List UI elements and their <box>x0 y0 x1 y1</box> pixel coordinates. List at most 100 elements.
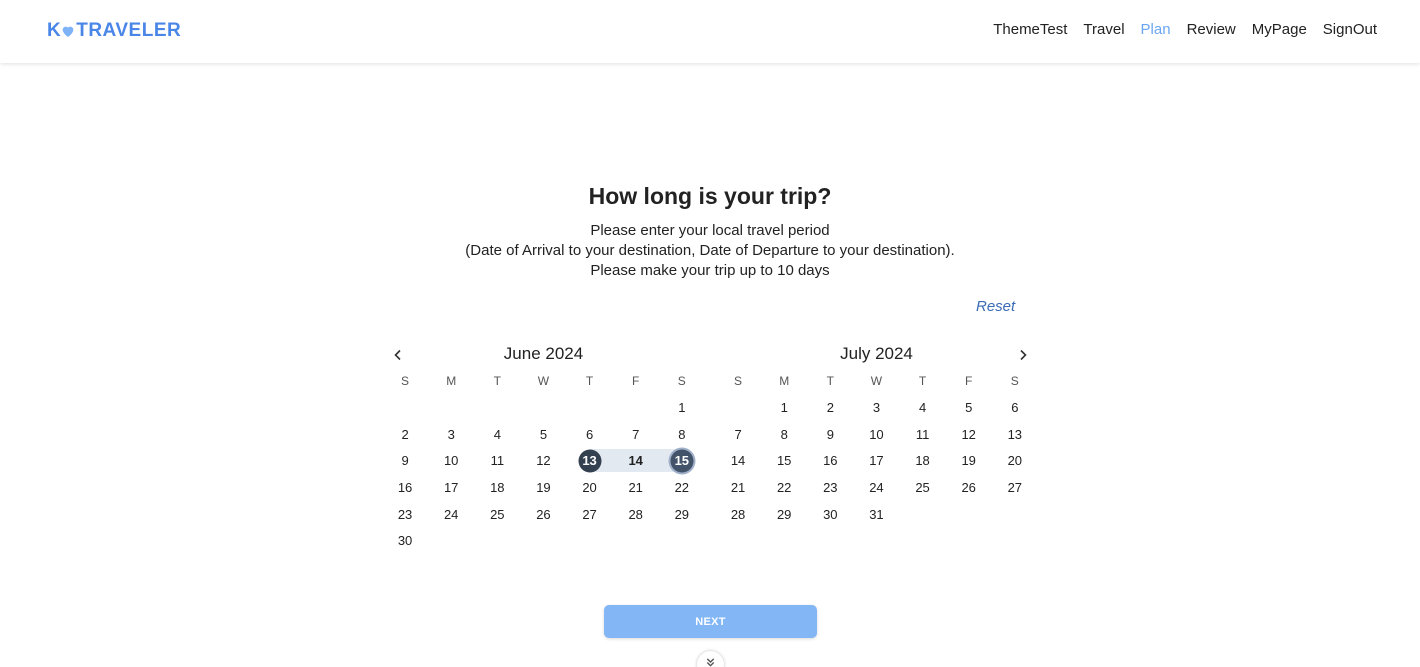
day-july-2[interactable]: 2 <box>807 394 853 421</box>
day-june-24[interactable]: 24 <box>428 501 474 528</box>
day-number: 8 <box>780 426 788 442</box>
day-july-16[interactable]: 16 <box>807 447 853 474</box>
day-june-20[interactable]: 20 <box>567 474 613 501</box>
description-line-2: (Date of Arrival to your destination, Da… <box>465 242 955 259</box>
day-number: 6 <box>585 426 594 442</box>
day-number: 10 <box>869 426 884 442</box>
day-number: 11 <box>915 426 930 442</box>
next-button[interactable]: NEXT <box>604 605 817 638</box>
day-june-5[interactable]: 5 <box>520 421 566 448</box>
nav-link-signout[interactable]: SignOut <box>1323 21 1377 38</box>
day-july-18[interactable]: 18 <box>900 447 946 474</box>
day-june-27[interactable]: 27 <box>567 501 613 528</box>
nav-link-review[interactable]: Review <box>1187 21 1236 38</box>
day-july-4[interactable]: 4 <box>900 394 946 421</box>
nav-link-plan[interactable]: Plan <box>1141 21 1171 38</box>
nav-link-themetest[interactable]: ThemeTest <box>993 21 1067 38</box>
day-number: 29 <box>776 506 792 522</box>
day-july-17[interactable]: 17 <box>853 447 899 474</box>
nav-link-mypage[interactable]: MyPage <box>1252 21 1307 38</box>
day-june-30[interactable]: 30 <box>382 527 428 554</box>
day-july-8[interactable]: 8 <box>761 421 807 448</box>
day-june-16[interactable]: 16 <box>382 474 428 501</box>
day-july-29[interactable]: 29 <box>761 501 807 528</box>
day-june-29[interactable]: 29 <box>659 501 705 528</box>
day-july-11[interactable]: 11 <box>900 421 946 448</box>
day-july-19[interactable]: 19 <box>946 447 992 474</box>
reset-link[interactable]: Reset <box>976 298 1015 315</box>
day-july-24[interactable]: 24 <box>853 474 899 501</box>
day-number: 4 <box>493 426 501 442</box>
day-june-6[interactable]: 6 <box>567 421 613 448</box>
day-june-2[interactable]: 2 <box>382 421 428 448</box>
day-july-12[interactable]: 12 <box>946 421 992 448</box>
day-number: 29 <box>674 506 690 522</box>
day-july-3[interactable]: 3 <box>853 394 899 421</box>
day-june-26[interactable]: 26 <box>520 501 566 528</box>
weekday-label: S <box>677 374 686 388</box>
weekday-label: T <box>918 374 927 388</box>
day-june-22[interactable]: 22 <box>659 474 705 501</box>
logo[interactable]: K TRAVELER <box>47 19 181 43</box>
calendar-week: 28 29 30 31 <box>715 501 1038 528</box>
day-number: 27 <box>582 506 597 522</box>
day-june-15[interactable]: 15 <box>658 447 705 474</box>
logo-text: TRAVELER <box>76 20 182 41</box>
day-july-25[interactable]: 25 <box>900 474 946 501</box>
day-number: 25 <box>915 479 930 495</box>
day-june-12[interactable]: 12 <box>520 447 566 474</box>
scroll-down-button[interactable] <box>697 651 724 667</box>
day-june-11[interactable]: 11 <box>474 447 520 474</box>
logo-prefix: K <box>47 20 62 41</box>
day-number: 19 <box>961 453 976 469</box>
day-june-14[interactable]: 14 <box>612 447 659 474</box>
day-july-30[interactable]: 30 <box>807 501 853 528</box>
day-number: 3 <box>447 426 455 442</box>
weekday-label: F <box>632 374 640 388</box>
day-july-7[interactable]: 7 <box>715 421 761 448</box>
day-july-23[interactable]: 23 <box>807 474 853 501</box>
day-june-7[interactable]: 7 <box>613 421 659 448</box>
day-june-1[interactable]: 1 <box>659 394 705 421</box>
day-july-5[interactable]: 5 <box>946 394 992 421</box>
day-june-13[interactable]: 13 <box>567 447 613 474</box>
day-june-4[interactable]: 4 <box>474 421 520 448</box>
month-title: July 2024 <box>840 344 913 363</box>
day-june-18[interactable]: 18 <box>474 474 520 501</box>
day-july-10[interactable]: 10 <box>853 421 899 448</box>
day-july-31[interactable]: 31 <box>853 501 899 528</box>
day-july-14[interactable]: 14 <box>715 447 761 474</box>
nav-link-travel[interactable]: Travel <box>1083 21 1124 38</box>
day-number: 18 <box>915 453 930 469</box>
empty-day-cell <box>613 394 659 421</box>
day-july-26[interactable]: 26 <box>946 474 992 501</box>
day-june-17[interactable]: 17 <box>428 474 474 501</box>
day-july-28[interactable]: 28 <box>715 501 761 528</box>
day-june-23[interactable]: 23 <box>382 501 428 528</box>
day-june-25[interactable]: 25 <box>474 501 520 528</box>
day-june-8[interactable]: 8 <box>659 421 705 448</box>
day-number: 23 <box>823 479 838 495</box>
day-june-3[interactable]: 3 <box>428 421 474 448</box>
empty-day-cell <box>428 394 474 421</box>
empty-day-cell <box>715 394 761 421</box>
day-july-20[interactable]: 20 <box>992 447 1038 474</box>
day-july-9[interactable]: 9 <box>807 421 853 448</box>
day-number: 2 <box>826 399 834 415</box>
day-number: 22 <box>776 479 792 495</box>
day-july-15[interactable]: 15 <box>761 447 807 474</box>
day-july-27[interactable]: 27 <box>992 474 1038 501</box>
weekday-label: T <box>826 374 834 388</box>
day-june-19[interactable]: 19 <box>520 474 566 501</box>
day-july-21[interactable]: 21 <box>715 474 761 501</box>
day-july-13[interactable]: 13 <box>992 421 1038 448</box>
day-june-21[interactable]: 21 <box>613 474 659 501</box>
day-june-28[interactable]: 28 <box>613 501 659 528</box>
day-july-1[interactable]: 1 <box>761 394 807 421</box>
day-june-9[interactable]: 9 <box>382 447 428 474</box>
day-july-22[interactable]: 22 <box>761 474 807 501</box>
day-june-10[interactable]: 10 <box>428 447 474 474</box>
day-july-6[interactable]: 6 <box>992 394 1038 421</box>
weekday-label: M <box>779 374 790 388</box>
day-number: 31 <box>869 506 884 522</box>
